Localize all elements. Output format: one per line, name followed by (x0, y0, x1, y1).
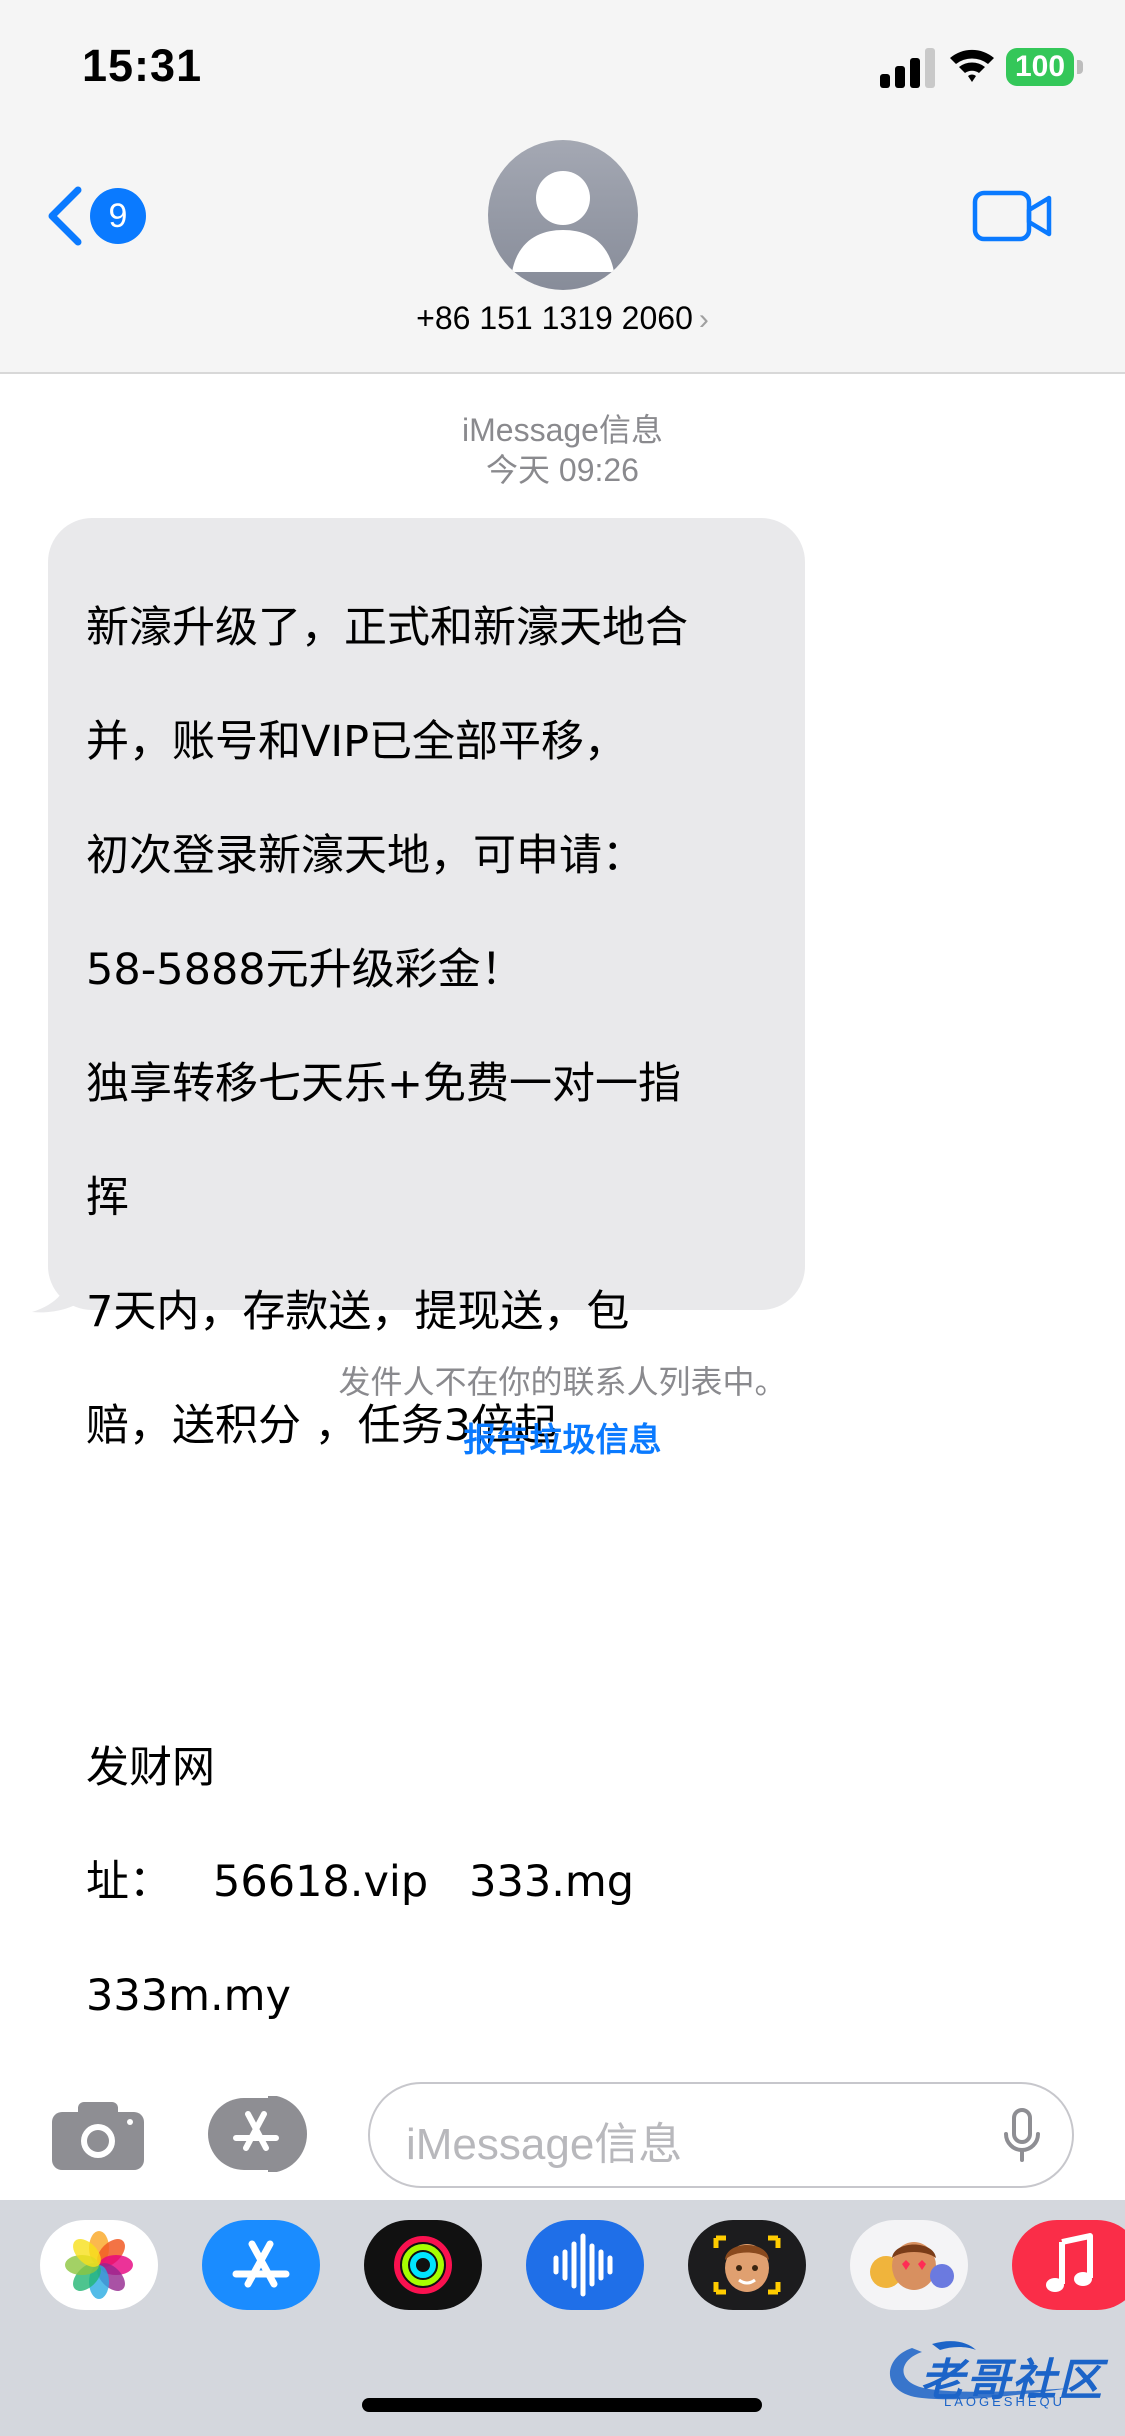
photos-icon (65, 2231, 133, 2299)
status-time: 15:31 (82, 40, 203, 91)
message-line: 新濠升级了，正式和新濠天地合 (86, 603, 688, 653)
app-store-app-icon[interactable] (202, 2220, 320, 2310)
report-junk-link[interactable]: 报告垃圾信息 (0, 1418, 1125, 1462)
home-indicator[interactable] (362, 2398, 762, 2412)
music-note-icon (1046, 2233, 1093, 2292)
unknown-sender-notice: 发件人不在你的联系人列表中。 (338, 1363, 787, 1401)
message-line: 并，账号和VIP已全部平移， (86, 717, 628, 767)
person-silhouette-icon (512, 171, 614, 272)
message-line: 址： 56618.vip 333.mg (86, 1857, 635, 1907)
app-store-drawer-icon[interactable] (208, 2096, 318, 2172)
battery-icon: 100 (1006, 48, 1074, 86)
memoji-app-icon[interactable] (688, 2220, 806, 2310)
voice-memos-app-icon[interactable] (526, 2220, 644, 2310)
message-line: 7天内，存款送，提现送，包 (86, 1287, 630, 1337)
facetime-video-icon[interactable] (972, 188, 1052, 244)
microphone-icon[interactable] (1002, 2108, 1042, 2164)
message-line (86, 1626, 786, 1683)
activity-app-icon[interactable] (364, 2220, 482, 2310)
sound-wave-icon (553, 2233, 613, 2297)
wifi-icon (950, 49, 994, 82)
memoji-face-icon (713, 2235, 781, 2295)
message-input-placeholder: iMessage信息 (406, 2120, 683, 2169)
contact-name[interactable]: +86 151 1319 2060 › (0, 300, 1125, 337)
message-text: 新濠升级了，正式和新濠天地合 并，账号和VIP已全部平移， 初次登录新濠天地，可… (86, 543, 786, 2082)
animoji-stickers-app-icon[interactable] (850, 2220, 968, 2310)
app-store-icon (232, 2240, 290, 2288)
service-label: iMessage信息 (462, 412, 663, 448)
watermark-subtext: LAOGESHEQU (944, 2394, 1066, 2409)
photos-app-icon[interactable] (40, 2220, 158, 2310)
back-button[interactable]: 9 (44, 176, 154, 256)
message-line: 初次登录新濠天地，可申请： (86, 831, 645, 881)
cellular-signal-icon (880, 48, 936, 88)
activity-rings-icon (394, 2236, 452, 2294)
message-meta: iMessage信息 今天 09:26 (0, 410, 1125, 490)
message-line: 58-5888元升级彩金！ (86, 945, 524, 995)
music-app-icon[interactable] (1012, 2220, 1125, 2310)
chevron-left-icon (48, 186, 82, 246)
message-line: 发财网 (86, 1743, 215, 1793)
memoji-stickers-icon (870, 2242, 954, 2290)
contact-number: +86 151 1319 2060 (416, 300, 693, 336)
unread-count-badge: 9 (90, 188, 146, 244)
message-line: 独享转移七天乐+免费一对一指 (86, 1059, 682, 1109)
chevron-right-icon: › (698, 303, 709, 336)
message-line (86, 1512, 786, 1569)
contact-avatar[interactable] (488, 140, 638, 290)
message-timestamp: 今天 09:26 (486, 452, 639, 488)
message-line: 333m.my (86, 1971, 291, 2021)
message-line: 挥 (86, 1173, 129, 1223)
battery-tip (1077, 60, 1083, 74)
camera-icon[interactable] (52, 2098, 144, 2170)
